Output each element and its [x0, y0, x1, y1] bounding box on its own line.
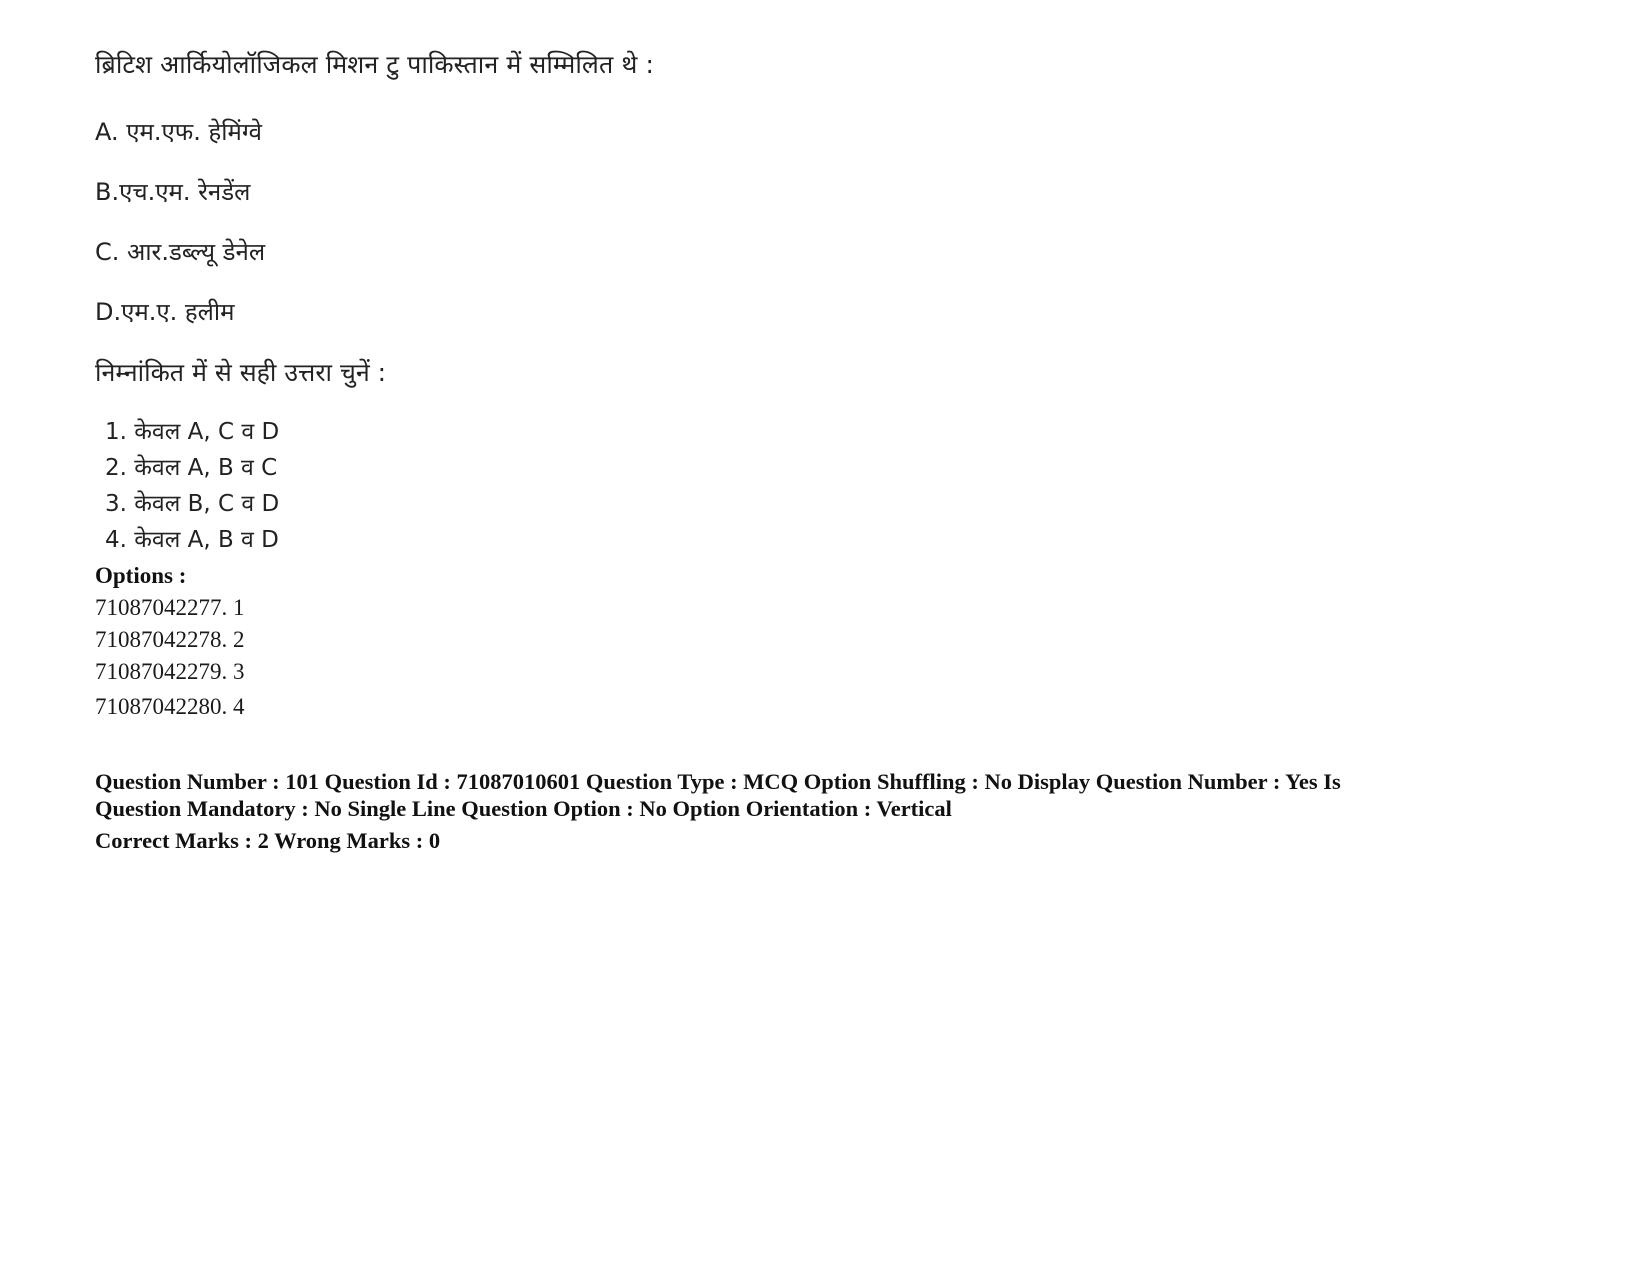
- question-page: ब्रिटिश आर्कियोलॉजिकल मिशन टु पाकिस्तान …: [0, 0, 1650, 1275]
- option-id-row: 71087042279. 3: [95, 659, 245, 684]
- alternative-1[interactable]: 1. केवल A, C व D: [105, 419, 279, 447]
- alternative-2[interactable]: 2. केवल A, B व C: [105, 455, 277, 483]
- option-id-row: 71087042277. 1: [95, 595, 245, 620]
- question-metadata-block: Question Number : 101 Question Id : 7108…: [95, 768, 1525, 823]
- statement-a: A. एम.एफ. हेमिंग्वे: [95, 118, 262, 146]
- metadata-line-1: Question Number : 101 Question Id : 7108…: [95, 769, 1341, 794]
- option-id-row: 71087042280. 4: [95, 694, 245, 719]
- metadata-line-2: Question Mandatory : No Single Line Ques…: [95, 796, 952, 822]
- question-stem: ब्रिटिश आर्कियोलॉजिकल मिशन टु पाकिस्तान …: [95, 50, 654, 79]
- options-label: Options :: [95, 563, 187, 588]
- statement-c: C. आर.डब्ल्यू डेनेल: [95, 238, 266, 266]
- alternative-3[interactable]: 3. केवल B, C व D: [105, 491, 279, 519]
- option-id-row: 71087042278. 2: [95, 627, 245, 652]
- statement-d: D.एम.ए. हलीम: [95, 298, 235, 326]
- choose-correct-answer-prompt: निम्नांकित में से सही उत्तरा चुनें :: [95, 358, 387, 387]
- statement-b: B.एच.एम. रेनडेंल: [95, 178, 251, 206]
- metadata-line-3: Correct Marks : 2 Wrong Marks : 0: [95, 828, 441, 853]
- marks-metadata-block: Correct Marks : 2 Wrong Marks : 0: [95, 827, 1525, 854]
- alternative-4[interactable]: 4. केवल A, B व D: [105, 527, 279, 555]
